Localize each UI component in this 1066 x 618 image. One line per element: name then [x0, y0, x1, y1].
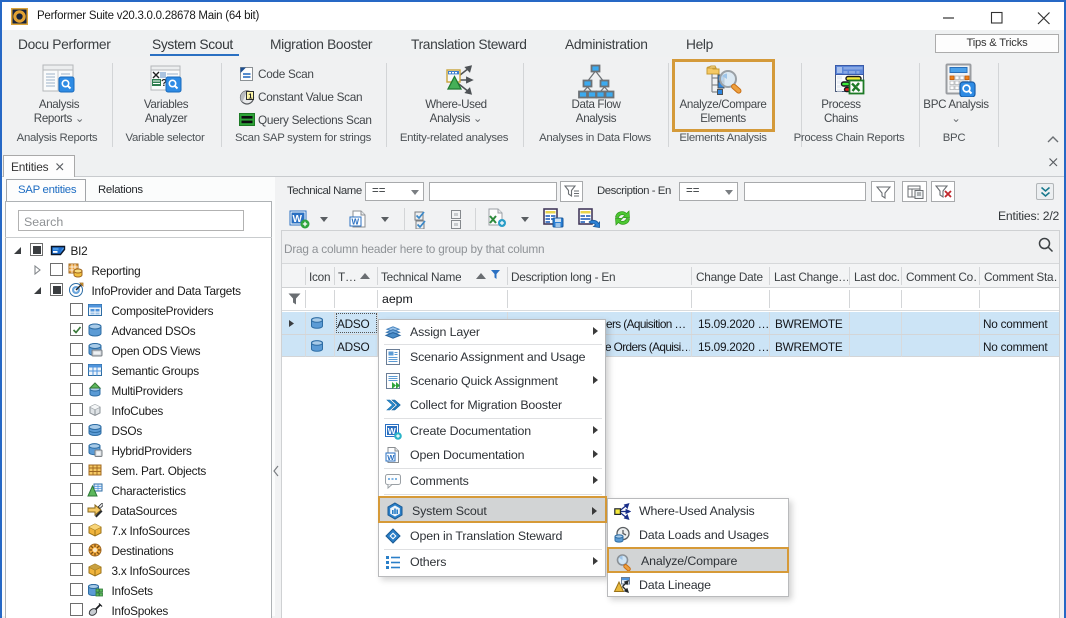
svg-text:1: 1: [248, 91, 252, 100]
svg-text:W: W: [352, 218, 360, 227]
